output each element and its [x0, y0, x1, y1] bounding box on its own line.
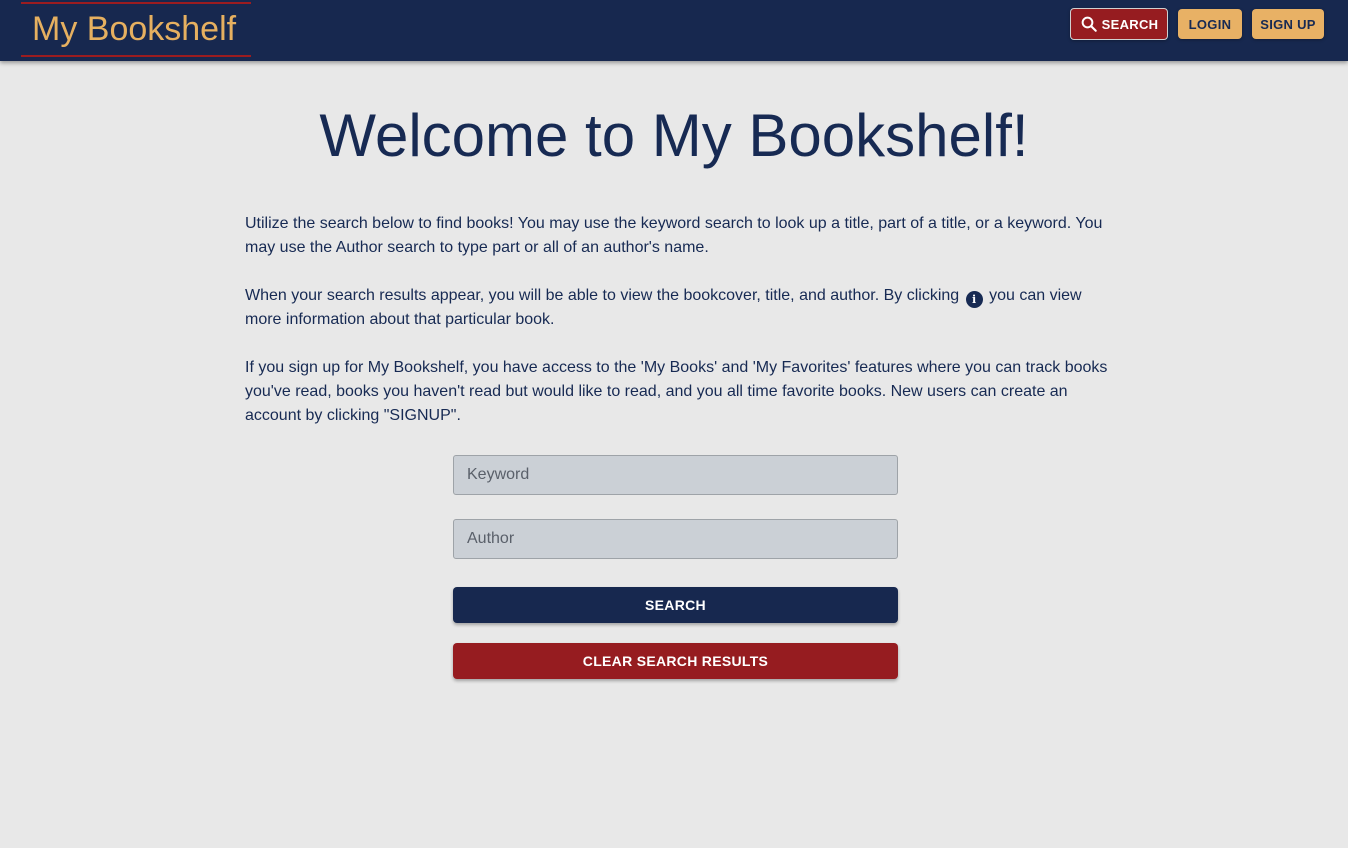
- intro-paragraph-signup: If you sign up for My Bookshelf, you hav…: [245, 359, 1108, 424]
- intro-results-text-before: When your search results appear, you wil…: [245, 287, 960, 304]
- author-input[interactable]: [453, 519, 898, 559]
- signup-button[interactable]: SIGN UP: [1252, 9, 1324, 39]
- page-title: Welcome to My Bookshelf!: [319, 102, 1029, 169]
- nav-search-button[interactable]: SEARCH: [1070, 8, 1168, 40]
- info-icon: i: [965, 291, 983, 308]
- search-button-label: SEARCH: [645, 597, 706, 613]
- intro-paragraph-search: Utilize the search below to find books! …: [245, 215, 1103, 256]
- clear-search-results-button[interactable]: CLEAR SEARCH RESULTS: [453, 643, 898, 679]
- login-button[interactable]: LOGIN: [1178, 9, 1242, 39]
- clear-button-label: CLEAR SEARCH RESULTS: [582, 653, 769, 669]
- keyword-input[interactable]: [453, 455, 898, 495]
- top-navbar: My Bookshelf SEARCH LOGIN SIGN UP: [0, 0, 1348, 61]
- intro-paragraph-results: When your search results appear, you wil…: [245, 284, 1115, 332]
- search-icon: [1081, 16, 1097, 32]
- signup-label: SIGN UP: [1260, 16, 1316, 32]
- brand-logo[interactable]: My Bookshelf: [21, 2, 251, 57]
- login-label: LOGIN: [1188, 16, 1232, 32]
- nav-search-label: SEARCH: [1101, 16, 1159, 32]
- search-button[interactable]: SEARCH: [453, 587, 898, 623]
